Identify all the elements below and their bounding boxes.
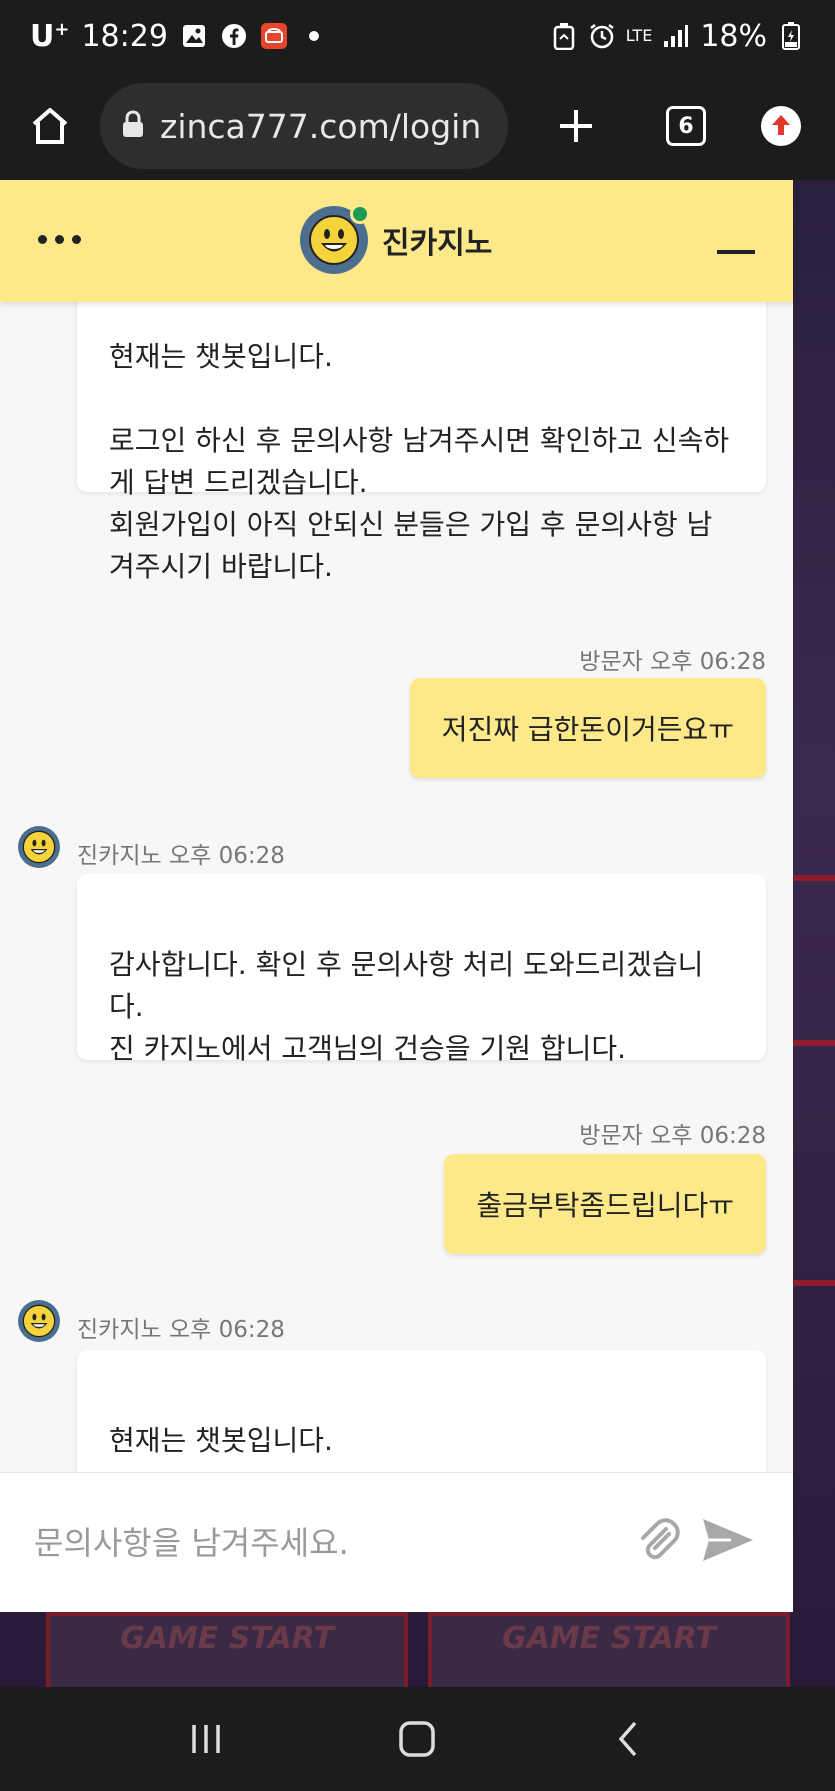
message-text: 현재는 챗봇입니다. 로그인 하신 후 문의사항 남겨주시면 확인하고 신속하게… (109, 340, 730, 583)
plus-icon[interactable] (556, 106, 596, 146)
send-icon[interactable] (701, 1515, 755, 1569)
message-list[interactable]: 현재는 챗봇입니다. 로그인 하신 후 문의사항 남겨주시면 확인하고 신속하게… (0, 302, 793, 1472)
user-message: 출금부탁좀드립니다ㅠ (444, 1154, 766, 1254)
recents-icon[interactable] (166, 1709, 246, 1769)
bot-avatar (300, 204, 370, 274)
background-divider (793, 1280, 835, 1286)
game-start-tile[interactable]: GAME START (46, 1612, 408, 1687)
shopping-app-icon (260, 22, 288, 50)
url-text: zinca777.com/login (160, 106, 482, 146)
bot-message: 현재는 챗봇입니다. 로그인 하신 후 문의사항 남겨주시면 확인하고 신속하게… (77, 1350, 766, 1472)
message-meta: 진카지노 오후 06:28 (77, 843, 285, 869)
battery-percent: 18% (700, 18, 767, 54)
message-input[interactable] (34, 1523, 594, 1562)
user-message: 저진짜 급한돈이거든요ㅠ (409, 678, 766, 778)
online-status-dot (350, 204, 370, 224)
tab-switcher-button[interactable]: 6 (666, 106, 706, 146)
message-text: 현재는 챗봇입니다. 로그인 하신 후 문의사항 남겨주시면 확인하고 신속하게… (109, 1424, 333, 1457)
chat-header: 진카지노 (0, 180, 793, 302)
signal-icon (662, 22, 690, 50)
network-type: LTE (625, 26, 653, 45)
tab-count: 6 (666, 106, 706, 146)
smiley-icon (309, 215, 359, 265)
smiley-icon (22, 830, 56, 864)
smiley-icon (22, 1304, 56, 1338)
message-text: 저진짜 급한돈이거든요ㅠ (441, 713, 734, 746)
carrier-label: U+ (30, 18, 70, 54)
message-text: 감사합니다. 확인 후 문의사항 처리 도와드리겠습니다. 진 카지노에서 고객… (109, 948, 704, 1065)
background-divider (793, 875, 835, 881)
message-meta: 진카지노 오후 06:28 (77, 1317, 285, 1343)
message-text: 출금부탁좀드립니다ㅠ (476, 1189, 734, 1222)
back-icon[interactable] (589, 1709, 669, 1769)
home-icon[interactable] (28, 104, 72, 148)
alarm-icon (588, 22, 616, 50)
game-start-tile[interactable]: GAME START (428, 1612, 790, 1687)
address-bar[interactable]: zinca777.com/login (100, 83, 508, 169)
upload-icon[interactable] (760, 105, 802, 147)
system-navigation-bar (0, 1687, 835, 1791)
attach-icon[interactable] (633, 1515, 683, 1569)
bot-message: 감사합니다. 확인 후 문의사항 처리 도와드리겠습니다. 진 카지노에서 고객… (77, 874, 766, 1065)
message-composer (0, 1472, 793, 1612)
chat-brand: 진카지노 (300, 204, 493, 274)
notification-dot-icon (300, 22, 328, 50)
message-meta: 방문자 오후 06:28 (579, 1123, 766, 1149)
recycle-icon (550, 22, 578, 50)
gallery-icon (180, 22, 208, 50)
home-nav-icon[interactable] (377, 1709, 457, 1769)
minimize-icon[interactable] (717, 250, 755, 254)
message-meta: 방문자 오후 06:28 (579, 649, 766, 675)
bot-avatar-small (18, 826, 60, 868)
chat-title: 진카지노 (382, 226, 493, 261)
chat-widget: 진카지노 현재는 챗봇입니다. 로그인 하신 후 문의사항 남겨주시면 확인하고… (0, 180, 793, 1612)
facebook-icon (220, 22, 248, 50)
battery-icon (777, 22, 805, 50)
bot-avatar-small (18, 1300, 60, 1342)
status-bar: U+ 18:29 LTE 18% (0, 0, 835, 72)
status-time: 18:29 (81, 18, 168, 54)
more-options-icon[interactable] (38, 235, 81, 244)
lock-icon (122, 107, 144, 146)
browser-toolbar: zinca777.com/login 6 (0, 72, 835, 180)
bot-message: 현재는 챗봇입니다. 로그인 하신 후 문의사항 남겨주시면 확인하고 신속하게… (77, 302, 766, 583)
background-divider (793, 1040, 835, 1046)
